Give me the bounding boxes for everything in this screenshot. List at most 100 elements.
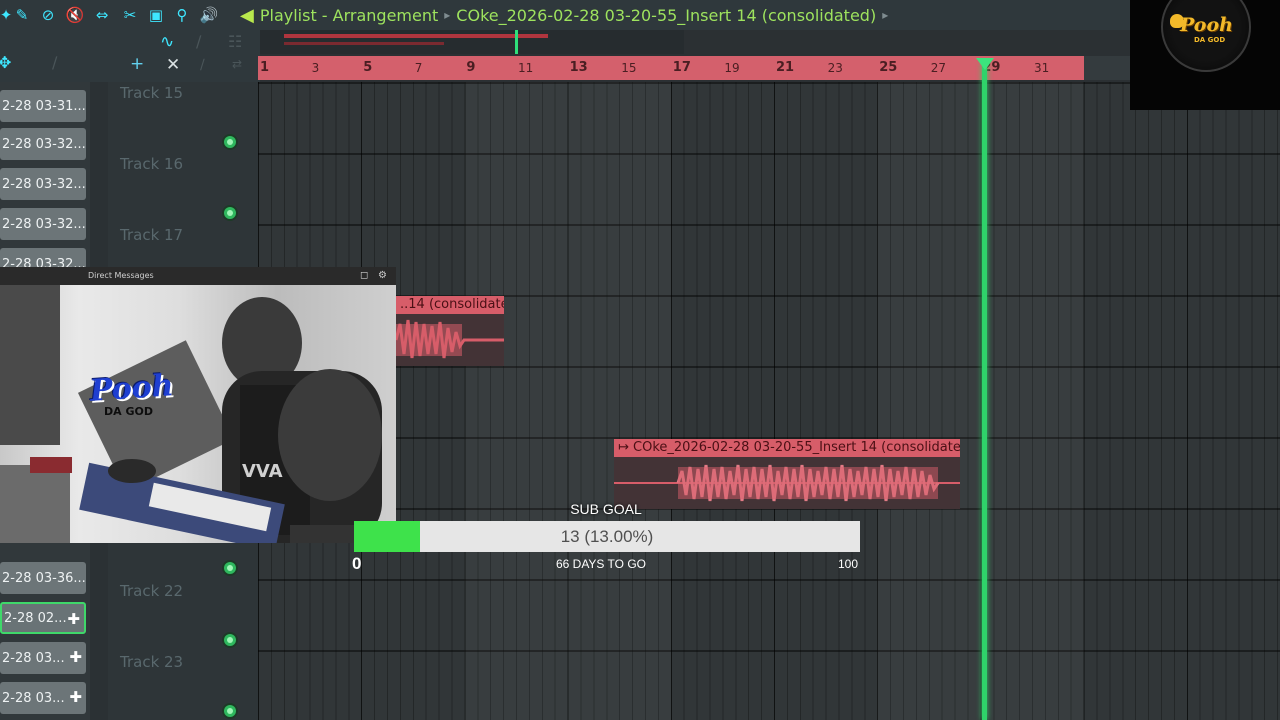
track-name-label: 2-28 03-32... [2,216,86,232]
clip-waveform [396,319,504,359]
overview-scrollbar[interactable] [260,30,684,54]
overview-position [515,30,518,54]
pencil-icon[interactable]: ∕ [52,55,57,71]
ruler-tick: 31 [1034,61,1050,75]
channel-logo-sub: DA GOD [1194,36,1226,44]
playlist-toolbar: ✦ ✎ ⊘ 🔇 ⇔ ✂ ▣ ⚲ 🔊 ◀ Playlist - Arrangeme… [0,0,1280,30]
track-enable-led[interactable] [224,207,236,219]
ruler-tick: 9 [466,60,476,75]
add-icon[interactable]: + [130,56,144,73]
mute-icon[interactable]: 🔇 [65,5,85,25]
arrows-icon[interactable]: ✥ [0,55,11,71]
overview-clips-secondary [284,42,444,45]
waveform-icon[interactable]: ∿ [160,34,174,51]
playlist-grid[interactable] [258,82,1280,720]
track-enable-led[interactable] [224,705,236,717]
close-icon[interactable]: ✕ [166,57,180,74]
breadcrumb-window[interactable]: Playlist - Arrangement [260,6,438,25]
ruler-tick: 25 [879,60,898,75]
daw-screen: ✦ ✎ ⊘ 🔇 ⇔ ✂ ▣ ⚲ 🔊 ◀ Playlist - Arrangeme… [0,0,1280,720]
track-name-button[interactable]: 2-28 03-32... [0,208,86,240]
ruler-tick: 19 [724,61,740,75]
ruler-tick: 21 [776,60,795,75]
timeline-ruler-extension[interactable] [1084,56,1130,80]
track-label[interactable]: Track 17 [120,226,183,244]
track-name-button[interactable]: 2-28 03-36... [0,562,86,594]
track-name-button[interactable]: 2-28 02... ✚ [0,602,86,634]
webcam-feed: VVA Pooh DA GOD [0,285,396,543]
ruler-tick: 7 [414,61,423,75]
bar-shade [464,82,670,720]
webcam-overlay: Direct Messages ◻ ⚙ VVA Pooh DA GOD [0,267,396,543]
ruler-tick: 15 [621,61,637,75]
ruler-tick: 13 [569,60,588,75]
link-icon[interactable]: ∕ [196,34,201,50]
edit-icon[interactable]: ∕ [200,58,205,72]
audio-track-icon: ✚ [69,648,82,666]
zoom-icon[interactable]: ⚲ [172,5,192,25]
bar-shade [877,82,1083,720]
settings-icon[interactable]: ⚙ [378,267,387,285]
delete-icon[interactable]: ⊘ [38,5,58,25]
clip-title: ..14 (consolidated) [396,296,504,314]
webcam-title: Direct Messages [88,271,154,280]
ruler-tick: 11 [518,61,534,75]
track-name-button[interactable]: 2-28 03... ✚ [0,642,86,674]
paint-brush-icon[interactable]: ✎ [12,5,32,25]
playback-icon[interactable]: 🔊 [199,5,219,25]
track-label[interactable]: Track 15 [120,84,183,102]
track-enable-led[interactable] [224,136,236,148]
webcam-titlebar: Direct Messages ◻ ⚙ [0,267,396,285]
ruler-tick: 17 [672,60,691,75]
webcam-scene: VVA [0,285,396,543]
track-name-label: 2-28 03... [2,690,65,706]
track-enable-led[interactable] [224,634,236,646]
audio-clip[interactable]: ..14 (consolidated) [396,296,504,366]
track-name-label: 2-28 03-31... [2,98,86,114]
ruler-tick: 5 [363,60,373,75]
sub-goal-min: 0 [352,554,362,573]
track-name-label: 2-28 03-32... [2,136,86,152]
breadcrumb-clip[interactable]: COke_2026-02-28 03-20-55_Insert 14 (cons… [456,6,876,25]
audio-clip-insert-14[interactable]: ↦ COke_2026-02-28 03-20-55_Insert 14 (co… [614,439,960,509]
sub-goal-status: 13 (13.00%) [560,527,654,546]
clip-title: ↦ COke_2026-02-28 03-20-55_Insert 14 (co… [614,439,960,457]
piano-icon[interactable]: ☷ [228,34,242,50]
ruler-tick: 27 [930,61,947,75]
sub-goal-title: SUB GOAL [570,501,642,517]
audio-track-icon: ✚ [69,688,82,706]
swap-icon[interactable]: ⇄ [232,58,242,70]
sub-goal-days-left: 66 DAYS TO GO [555,557,647,571]
track-name-label: 2-28 03-32... [2,176,86,192]
audio-track-icon: ✚ [67,610,80,628]
track-enable-led[interactable] [224,562,236,574]
timeline-ruler[interactable]: 13579111315171921232527293133 [258,56,1104,80]
ruler-tick: 3 [311,61,320,75]
breadcrumb: ◀ Playlist - Arrangement ▸ COke_2026-02-… [240,4,894,26]
track-name-button[interactable]: 2-28 03-31... [0,90,86,122]
track-label[interactable]: Track 22 [120,582,183,600]
sub-goal-max: 100 [838,557,859,571]
track-name-button[interactable]: 2-28 03-32... [0,128,86,160]
playhead-marker-icon[interactable] [976,58,994,70]
ruler-tick: 23 [827,61,843,75]
webcam-logo: Pooh [88,368,175,409]
ruler-tick: 1 [260,60,270,75]
track-label[interactable]: Track 23 [120,653,183,671]
speaker-icon[interactable]: ◀ [240,5,254,26]
sub-goal-progress: 13 (13.00%) [354,521,860,552]
playhead[interactable] [982,62,987,720]
select-icon[interactable]: ▣ [146,5,166,25]
track-name-label: 2-28 03-36... [2,570,86,586]
channel-logo-text: Pooh [1180,14,1233,36]
maximize-icon[interactable]: ◻ [360,267,368,285]
track-label[interactable]: Track 16 [120,155,183,173]
breadcrumb-arrow-icon[interactable]: ▸ [882,8,888,22]
overview-clips [284,34,548,38]
track-name-label: 2-28 03... [2,650,65,666]
slip-icon[interactable]: ⇔ [92,5,112,25]
track-name-button[interactable]: 2-28 03... ✚ [0,682,86,714]
webcam-logo-sub: DA GOD [104,405,153,418]
slice-icon[interactable]: ✂ [120,5,140,25]
track-name-button[interactable]: 2-28 03-32... [0,168,86,200]
